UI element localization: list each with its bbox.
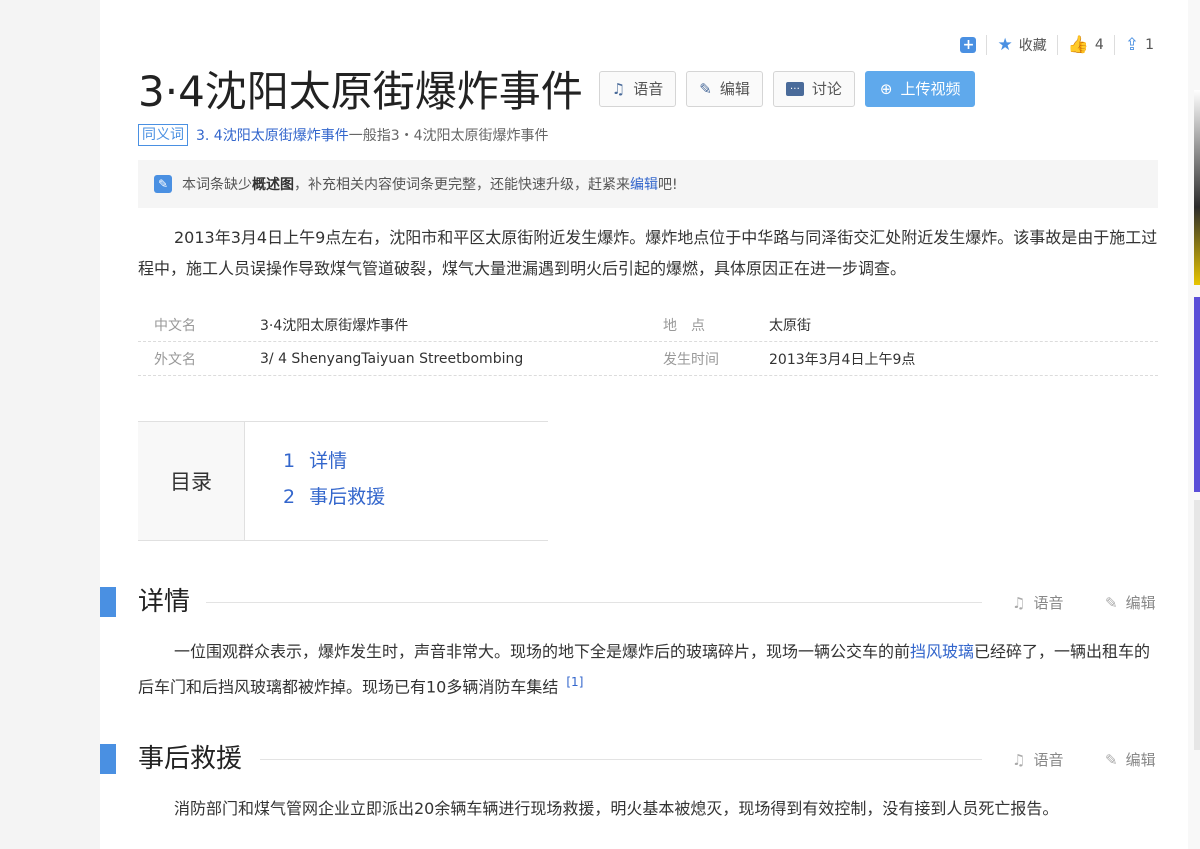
action-toolbar: + ★ 收藏 👍 4 ⇪ 1 <box>950 34 1164 56</box>
plus-icon: + <box>960 37 977 53</box>
section-marker <box>100 744 116 774</box>
title-row: 3·4沈阳太原街爆炸事件 ♫ 语音 ✎ 编辑 … 讨论 ⊕ 上传视频 <box>138 58 985 119</box>
toc-list: 1 详情 2 事后救援 <box>245 422 385 540</box>
toc-item-label: 详情 <box>309 450 348 472</box>
side-ad-image-2[interactable] <box>1194 297 1200 492</box>
synonym-row: 同义词 3. 4沈阳太原街爆炸事件 一般指 3・4沈阳太原街爆炸事件 <box>138 124 549 146</box>
section-divider <box>260 759 982 760</box>
thumbs-up-icon: 👍 <box>1067 35 1089 55</box>
info-key: 中文名 <box>154 317 196 334</box>
share-count: 1 <box>1145 37 1154 53</box>
synonym-middle: 一般指 <box>348 128 391 144</box>
info-row: 外文名 3/ 4 ShenyangTaiyuan Streetbombing 发… <box>138 342 1158 376</box>
discuss-button[interactable]: … 讨论 <box>772 70 855 107</box>
chat-icon: … <box>785 81 804 96</box>
upload-video-label: 上传视频 <box>900 80 961 98</box>
toc-item-number: 1 <box>283 450 296 472</box>
basic-info-table: 中文名 3·4沈阳太原街爆炸事件 地 点 太原街 外文名 3/ 4 Shenya… <box>138 308 1158 376</box>
add-button[interactable]: + <box>950 34 986 56</box>
synonym-tag[interactable]: 同义词 <box>138 124 188 146</box>
info-key: 地 点 <box>663 317 705 334</box>
article-page: + ★ 收藏 👍 4 ⇪ 1 3·4沈阳太原街爆炸事件 ♫ 语音 ✎ 编辑 … … <box>100 0 1188 849</box>
headphones-icon: ♫ <box>1012 750 1026 769</box>
info-value: 太原街 <box>769 317 811 334</box>
info-value: 2013年3月4日上午9点 <box>769 351 916 368</box>
info-row: 中文名 3·4沈阳太原街爆炸事件 地 点 太原街 <box>138 308 1158 342</box>
edit-button[interactable]: ✎ 编辑 <box>686 70 763 107</box>
pencil-icon: ✎ <box>1105 750 1118 769</box>
notice-edit-link[interactable]: 编辑 <box>630 174 658 194</box>
toc-item-details[interactable]: 1 详情 <box>283 446 385 482</box>
info-value: 3·4沈阳太原街爆炸事件 <box>260 317 409 334</box>
page-title: 3·4沈阳太原街爆炸事件 <box>138 67 583 116</box>
pencil-icon: ✎ <box>1105 593 1118 612</box>
info-key: 发生时间 <box>663 351 719 368</box>
section-voice-label: 语音 <box>1033 751 1064 769</box>
toc-heading: 目录 <box>138 422 245 540</box>
section-voice-label: 语音 <box>1033 594 1064 612</box>
synonym-target: 3・4沈阳太原街爆炸事件 <box>390 128 549 144</box>
side-ad-image[interactable] <box>1194 90 1200 285</box>
discuss-label: 讨论 <box>811 80 842 98</box>
edit-label: 编辑 <box>719 80 750 98</box>
reference-link[interactable]: [1] <box>566 675 583 689</box>
like-count: 4 <box>1094 37 1104 53</box>
section-divider <box>206 602 982 603</box>
share-icon: ⇪ <box>1124 35 1140 55</box>
rescue-paragraph: 消防部门和煤气管网企业立即派出20余辆车辆进行现场救援，明火基本被熄灭，现场得到… <box>174 799 1059 818</box>
left-gutter <box>0 0 100 849</box>
details-paragraph: 一位围观群众表示，爆炸发生时，声音非常大。现场的地下全是爆炸后的玻璃碎片，现场一… <box>138 636 1158 702</box>
synonym-link[interactable]: 3. 4沈阳太原街爆炸事件 <box>196 125 349 145</box>
toc-item-label: 事后救援 <box>309 486 386 508</box>
side-ad-image-3[interactable] <box>1194 500 1200 750</box>
toc-item-number: 2 <box>283 486 296 508</box>
section-edit-button[interactable]: ✎ 编辑 <box>1105 592 1156 613</box>
collect-button[interactable]: ★ 收藏 <box>987 34 1056 56</box>
missing-image-notice: ✎ 本词条缺少 概述图 ，补充相关内容使词条更完整，还能快速升级，赶紧来 编辑 吧! <box>138 160 1158 208</box>
share-button[interactable]: ⇪ 1 <box>1115 34 1164 56</box>
section-voice-button[interactable]: ♫ 语音 <box>1012 749 1063 770</box>
info-key: 外文名 <box>154 351 196 368</box>
section-title: 事后救援 <box>138 744 243 774</box>
plus-circle-icon: ⊕ <box>879 79 893 98</box>
star-icon: ★ <box>997 35 1013 55</box>
section-voice-button[interactable]: ♫ 语音 <box>1012 592 1063 613</box>
headphones-icon: ♫ <box>611 79 626 98</box>
info-value: 3/ 4 ShenyangTaiyuan Streetbombing <box>260 350 524 367</box>
section-title: 详情 <box>138 587 191 617</box>
summary-paragraph: 2013年3月4日上午9点左右，沈阳市和平区太原街附近发生爆炸。爆炸地点位于中华… <box>138 228 1158 278</box>
voice-button[interactable]: ♫ 语音 <box>598 70 677 107</box>
section-marker <box>100 587 116 617</box>
section-header-details: 详情 ♫ 语音 ✎ 编辑 <box>100 583 1188 623</box>
notice-prefix: 本词条缺少 <box>182 177 252 193</box>
section-header-rescue: 事后救援 ♫ 语音 ✎ 编辑 <box>100 740 1188 780</box>
notice-bold: 概述图 <box>252 177 294 193</box>
collect-label: 收藏 <box>1018 38 1047 54</box>
upload-video-button[interactable]: ⊕ 上传视频 <box>864 70 976 107</box>
edit-icon: ✎ <box>154 175 172 193</box>
table-of-contents: 目录 1 详情 2 事后救援 <box>138 421 548 541</box>
notice-suffix: 吧! <box>658 177 678 193</box>
headphones-icon: ♫ <box>1012 593 1026 612</box>
section-edit-button[interactable]: ✎ 编辑 <box>1105 749 1156 770</box>
section-edit-label: 编辑 <box>1125 594 1156 612</box>
toc-item-rescue[interactable]: 2 事后救援 <box>283 482 385 518</box>
notice-middle: ，补充相关内容使词条更完整，还能快速升级，赶紧来 <box>294 177 630 193</box>
details-text-a: 一位围观群众表示，爆炸发生时，声音非常大。现场的地下全是爆炸后的玻璃碎片，现场一… <box>174 642 911 661</box>
pencil-icon: ✎ <box>699 79 712 98</box>
like-button[interactable]: 👍 4 <box>1058 34 1114 56</box>
voice-label: 语音 <box>633 80 664 98</box>
section-edit-label: 编辑 <box>1125 751 1156 769</box>
windshield-link[interactable]: 挡风玻璃 <box>910 642 974 661</box>
